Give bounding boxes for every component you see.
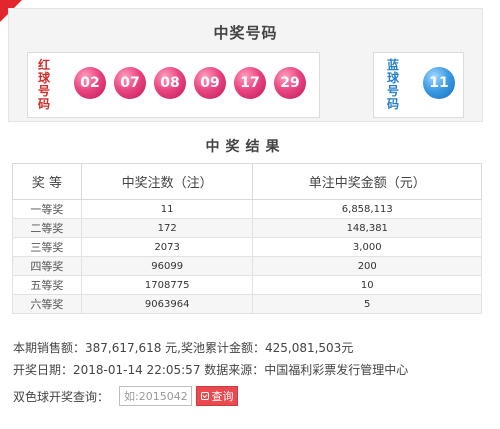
red-ball-label: 红球号码 <box>37 58 50 111</box>
header-prize-level: 奖 等 <box>12 163 82 200</box>
red-ball: 02 <box>74 67 106 99</box>
prize-level: 六等奖 <box>12 294 82 314</box>
prize-amount: 200 <box>252 256 482 276</box>
prize-level: 五等奖 <box>12 275 82 295</box>
prize-table: 奖 等 中奖注数（注） 单注中奖金额（元） 一等奖 11 6,858,113 二… <box>12 163 482 314</box>
winning-numbers-panel: 中奖号码 红球号码 02 07 08 09 17 29 蓝球号码 11 <box>8 8 483 122</box>
red-ball: 29 <box>274 67 306 99</box>
table-header-row: 奖 等 中奖注数（注） 单注中奖金额（元） <box>12 163 482 200</box>
query-button[interactable]: 查询 <box>196 386 239 406</box>
prize-amount: 6,858,113 <box>252 199 482 219</box>
table-row: 二等奖 172 148,381 <box>12 218 482 238</box>
issue-search-input[interactable] <box>119 386 193 406</box>
query-row: 双色球开奖查询： 查询 <box>13 386 239 406</box>
header-winner-count: 中奖注数（注） <box>80 163 254 200</box>
winner-count: 11 <box>80 199 254 219</box>
table-row: 五等奖 1708775 10 <box>12 275 482 295</box>
table-row: 六等奖 9063964 5 <box>12 294 482 314</box>
sales-info: 本期销售额：387,617,618 元,奖池累计金额：425,081,503元 <box>13 341 354 355</box>
winner-count: 96099 <box>80 256 254 276</box>
red-ball: 07 <box>114 67 146 99</box>
blue-ball-box: 蓝球号码 11 <box>373 52 464 118</box>
header-prize-amount: 单注中奖金额（元） <box>252 163 482 200</box>
winner-count: 2073 <box>80 237 254 257</box>
query-label: 双色球开奖查询： <box>13 389 110 404</box>
prize-level: 一等奖 <box>12 199 82 219</box>
panel-title: 中奖号码 <box>213 24 278 42</box>
table-row: 一等奖 11 6,858,113 <box>12 199 482 219</box>
prize-level: 二等奖 <box>12 218 82 238</box>
red-ball-box: 红球号码 02 07 08 09 17 29 <box>27 52 320 118</box>
query-button-label: 查询 <box>211 390 234 403</box>
blue-ball: 11 <box>423 67 455 99</box>
prize-level: 三等奖 <box>12 237 82 257</box>
red-ball: 09 <box>194 67 226 99</box>
blue-ball-label: 蓝球号码 <box>386 58 399 111</box>
search-icon <box>200 392 209 400</box>
prize-amount: 148,381 <box>252 218 482 238</box>
winner-count: 9063964 <box>80 294 254 314</box>
draw-info: 开奖日期：2018-01-14 22:05:57 数据来源：中国福利彩票发行管理… <box>13 363 409 377</box>
winner-count: 172 <box>80 218 254 238</box>
results-title: 中奖结果 <box>205 139 286 155</box>
prize-amount: 10 <box>252 275 482 295</box>
prize-amount: 3,000 <box>252 237 482 257</box>
red-ball: 17 <box>234 67 266 99</box>
prize-level: 四等奖 <box>12 256 82 276</box>
prize-amount: 5 <box>252 294 482 314</box>
table-row: 三等奖 2073 3,000 <box>12 237 482 257</box>
red-ball: 08 <box>154 67 186 99</box>
winner-count: 1708775 <box>80 275 254 295</box>
table-row: 四等奖 96099 200 <box>12 256 482 276</box>
